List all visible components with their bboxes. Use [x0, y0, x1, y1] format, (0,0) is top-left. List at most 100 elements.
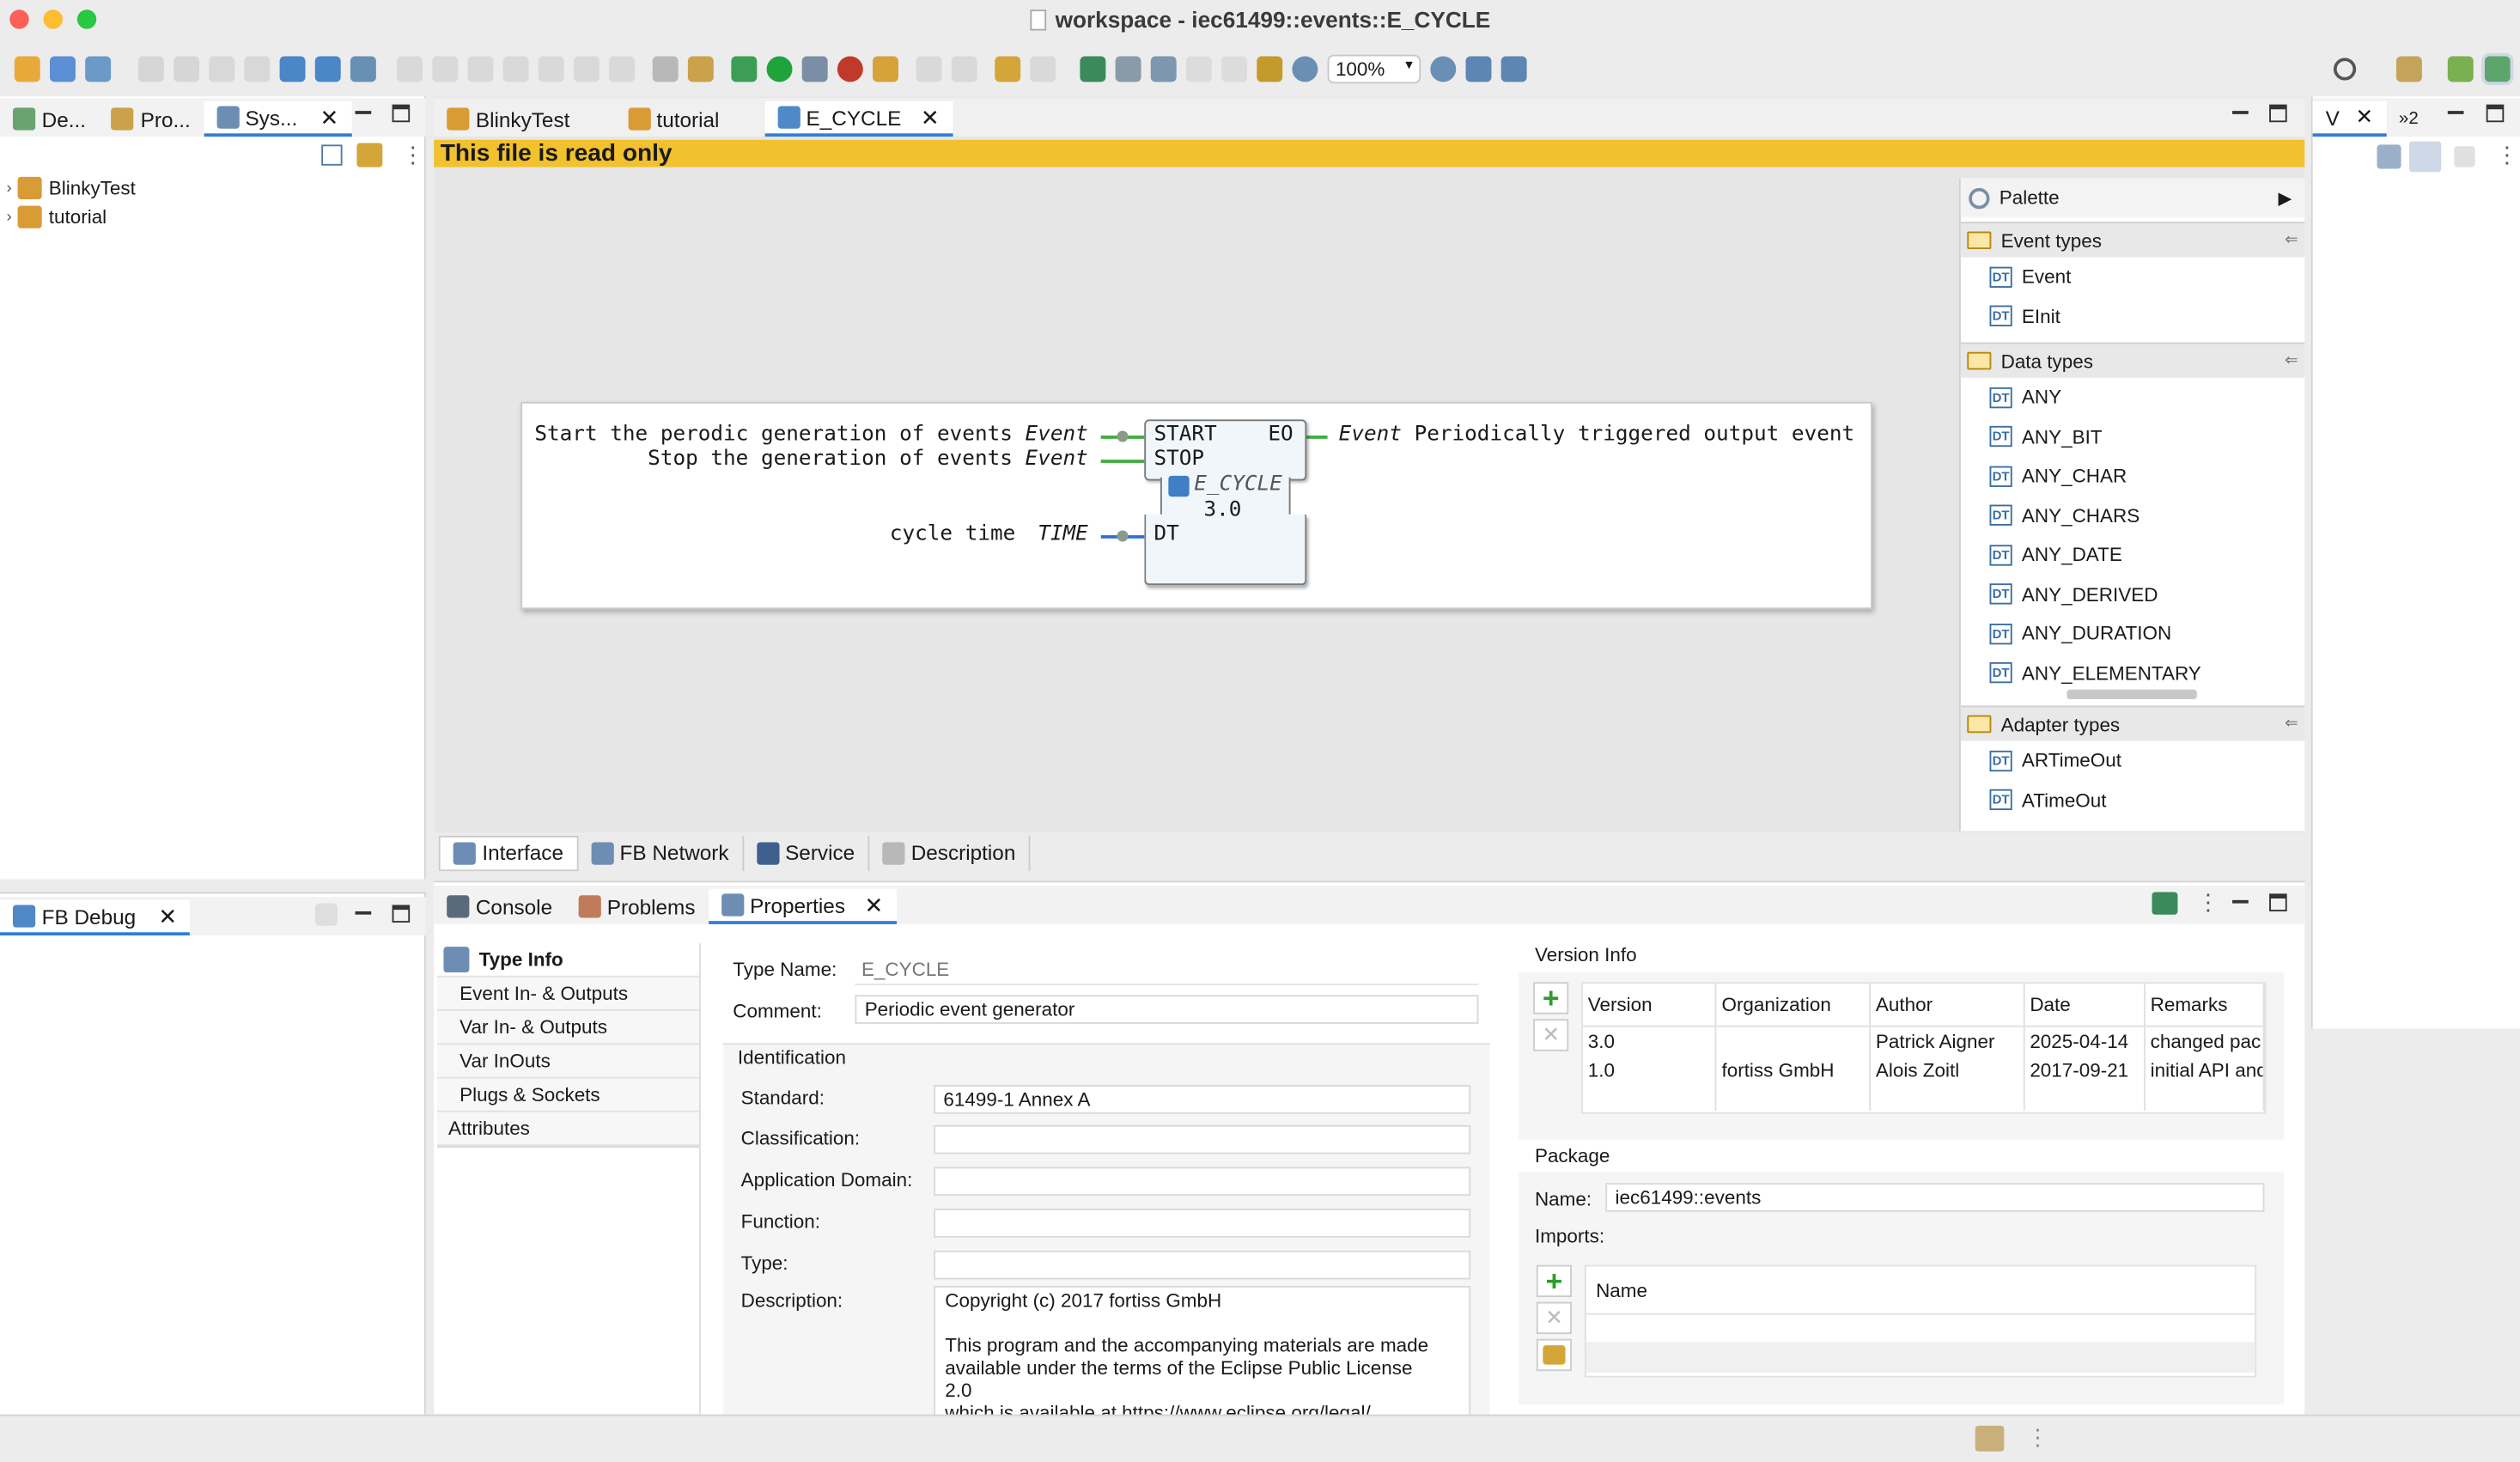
close-icon[interactable]: ✕ [921, 104, 940, 131]
monitor-icon[interactable] [350, 56, 376, 82]
close-icon[interactable]: ✕ [2356, 105, 2373, 131]
forward-icon[interactable] [1030, 56, 1056, 82]
minimize-icon[interactable] [2232, 111, 2249, 114]
function-field[interactable] [934, 1209, 1471, 1238]
perspective-system-icon[interactable] [2447, 56, 2474, 82]
annotation-disabled-icon[interactable] [916, 56, 942, 82]
debug-icon[interactable] [731, 56, 758, 82]
close-icon[interactable]: ✕ [158, 903, 177, 930]
palette-item[interactable]: DT ANY_DATE [1961, 535, 2304, 575]
palette-item[interactable]: DT ANY_DERIVED [1961, 575, 2304, 614]
new-application-icon[interactable] [50, 56, 76, 82]
close-icon[interactable]: ✕ [320, 104, 338, 131]
palette-scroll-indicator[interactable] [2067, 689, 2197, 699]
palette-header[interactable]: Palette ▶ [1960, 178, 2305, 217]
tab-editor-blinkytest[interactable]: BlinkyTest [434, 101, 615, 137]
collapse-all-icon[interactable] [321, 144, 343, 166]
delete-import-button[interactable]: ✕ [1536, 1301, 1573, 1335]
standard-field[interactable]: 61499-1 Annex A [934, 1085, 1471, 1114]
format-icon[interactable] [652, 56, 679, 82]
section-plugs-sockets[interactable]: Plugs & Sockets [436, 1079, 699, 1112]
undo-icon[interactable] [209, 56, 235, 82]
tab-properties[interactable]: Properties ✕ [708, 888, 897, 924]
chevron-right-icon[interactable]: › [6, 208, 11, 226]
tab-overflow[interactable]: »2 [2386, 101, 2432, 137]
minimize-icon[interactable] [355, 111, 372, 114]
annotation2-disabled-icon[interactable] [951, 56, 977, 82]
perspective-debug-icon[interactable] [2481, 52, 2514, 86]
palette-item[interactable]: DT ARTimeOut [1961, 741, 2304, 781]
add-import-button[interactable]: + [1536, 1264, 1573, 1298]
maximize-icon[interactable] [2486, 104, 2505, 123]
table-row[interactable]: 3.0 Patrick Aigner 2025-04-14 changed pa… [1583, 1025, 2265, 1056]
port-start[interactable]: START [1154, 423, 1217, 447]
palette-item[interactable]: DT ANY_CHARS [1961, 496, 2304, 535]
tab-editor-e-cycle[interactable]: E_CYCLE ✕ [764, 101, 953, 137]
zoom-in-icon[interactable] [1430, 56, 1457, 82]
status-icon[interactable] [1975, 1425, 2005, 1452]
diagram-canvas[interactable]: Start the perodic generation of events E… [434, 178, 1957, 830]
palette-group-adapter-types[interactable]: Adapter types ⇐ [1960, 705, 2305, 741]
view-menu-icon[interactable]: ⋮ [2197, 889, 2219, 917]
col-date[interactable]: Date [2024, 984, 2146, 1026]
add-version-button[interactable]: + [1533, 982, 1569, 1014]
move-down-disabled-icon[interactable] [1221, 56, 1248, 82]
stop-run-icon[interactable] [837, 56, 863, 82]
back-icon[interactable] [995, 56, 1021, 82]
palette-item[interactable]: DT ANY_BIT [1961, 417, 2304, 457]
disconnect-disabled-icon[interactable] [609, 56, 636, 82]
redo-icon[interactable] [244, 56, 271, 82]
section-var-inouts[interactable]: Var InOuts [436, 1045, 699, 1079]
palette-group-data-types[interactable]: Data types ⇐ [1960, 342, 2305, 378]
palette-group-event-types[interactable]: Event types ⇐ [1960, 222, 2305, 258]
palette-item[interactable]: DT EInit [1961, 296, 2304, 336]
tab-console[interactable]: Console [434, 889, 565, 924]
comment-field[interactable]: Periodic event generator [855, 995, 1479, 1024]
type-field[interactable] [934, 1250, 1471, 1280]
save-all-icon[interactable] [173, 56, 200, 82]
palette-collapse-icon[interactable]: ▶ [2278, 187, 2292, 208]
col-organization[interactable]: Organization [1715, 984, 1872, 1026]
delete-version-button[interactable]: ✕ [1533, 1019, 1569, 1051]
package-name-field[interactable]: iec61499::events [1605, 1183, 2265, 1212]
minimize-icon[interactable] [355, 911, 372, 915]
pin-icon[interactable]: ⇐ [2285, 231, 2298, 249]
section-attributes[interactable]: Attributes [436, 1112, 699, 1147]
view-menu-icon[interactable]: ⋮ [402, 142, 424, 169]
move-up-disabled-icon[interactable] [1185, 56, 1212, 82]
zoom-page-icon[interactable] [1500, 56, 1527, 82]
list-icon[interactable] [1115, 56, 1141, 82]
step-over-disabled-icon[interactable] [538, 56, 564, 82]
maximize-icon[interactable] [2269, 104, 2287, 123]
pause-disabled-icon[interactable] [432, 56, 459, 82]
tab-fb-network[interactable]: FB Network [578, 835, 744, 871]
tab-fb-debug[interactable]: FB Debug ✕ [0, 899, 191, 936]
pin-icon[interactable]: ⇐ [2285, 352, 2298, 370]
tab-deployment[interactable]: De... [0, 101, 99, 137]
application-domain-field[interactable] [934, 1167, 1471, 1197]
refresh-icon[interactable] [1257, 56, 1283, 82]
maximize-icon[interactable] [392, 104, 411, 123]
port-stop[interactable]: STOP [1154, 447, 1205, 471]
stop-disabled-icon[interactable] [467, 56, 494, 82]
clear-icon[interactable] [314, 903, 338, 926]
close-icon[interactable]: ✕ [864, 892, 883, 919]
outline-icon[interactable] [2377, 144, 2401, 169]
run-disabled-icon[interactable] [397, 56, 423, 82]
palette-item[interactable]: DT ANY_ELEMENTARY [1961, 654, 2304, 693]
search-type-icon[interactable] [801, 56, 828, 82]
port-dt[interactable]: DT [1154, 522, 1179, 546]
step-return-disabled-icon[interactable] [574, 56, 600, 82]
save-icon[interactable] [137, 56, 164, 82]
section-event-io[interactable]: Event In- & Outputs [436, 978, 699, 1011]
tab-interface[interactable]: Interface [438, 835, 578, 871]
run-icon[interactable] [766, 56, 793, 82]
launch-icon[interactable] [873, 56, 898, 82]
open-perspective-icon[interactable] [2395, 56, 2422, 82]
classification-field[interactable] [934, 1124, 1471, 1154]
zoom-fit-icon[interactable] [1465, 56, 1492, 82]
filter-icon[interactable] [2454, 146, 2475, 168]
zoom-out-icon[interactable] [1292, 56, 1318, 82]
pin-icon[interactable]: ⇐ [2285, 716, 2298, 734]
col-remarks[interactable]: Remarks [2145, 984, 2265, 1026]
